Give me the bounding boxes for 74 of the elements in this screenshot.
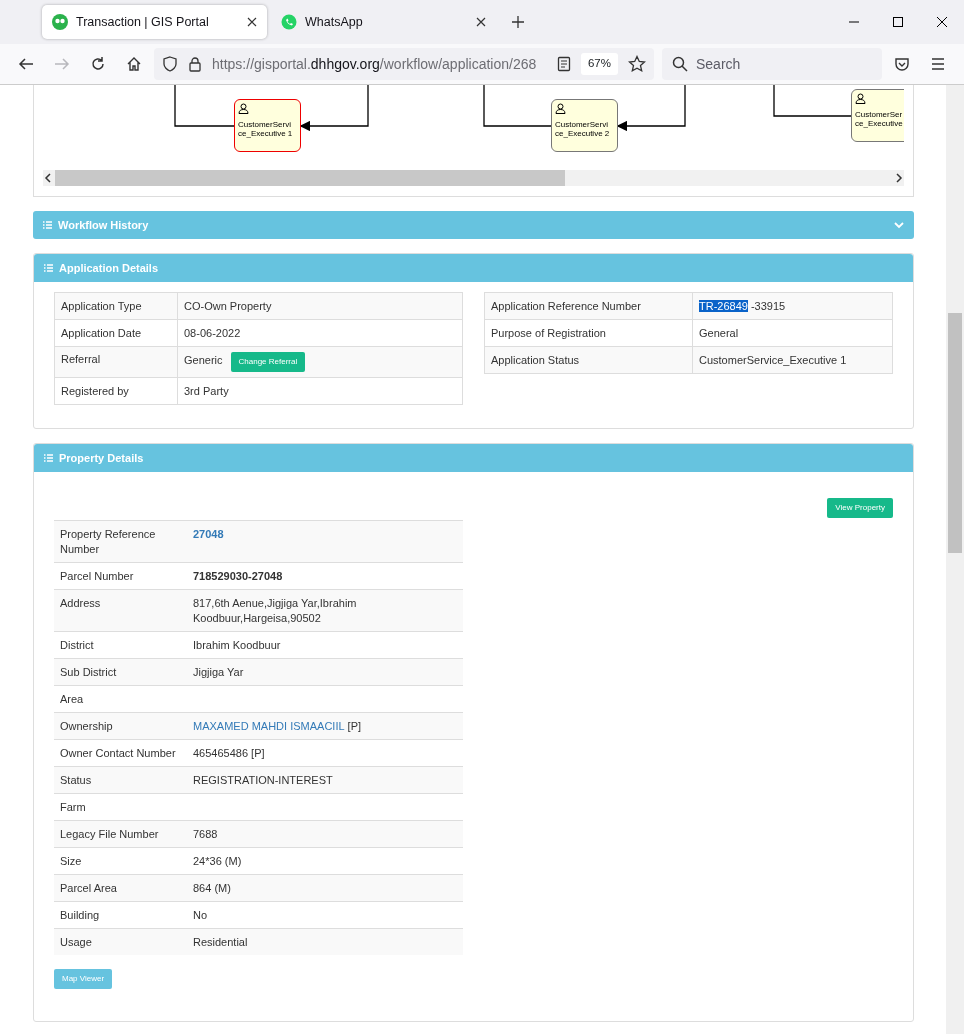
workflow-node[interactable]: CustomerSer ce_Executive bbox=[851, 89, 904, 142]
workflow-node[interactable]: CustomerServi ce_Executive 1 bbox=[234, 99, 301, 152]
close-icon[interactable] bbox=[476, 17, 486, 27]
star-icon[interactable] bbox=[628, 55, 646, 73]
table-cell: Address bbox=[54, 589, 187, 632]
table-cell: Status bbox=[54, 766, 187, 794]
close-icon[interactable] bbox=[247, 17, 257, 27]
reader-view-icon[interactable] bbox=[556, 56, 571, 72]
reload-icon[interactable] bbox=[90, 56, 106, 72]
table-cell: Ownership bbox=[54, 712, 187, 740]
plus-icon[interactable] bbox=[511, 15, 525, 29]
search-icon bbox=[672, 56, 688, 72]
table-cell: General bbox=[692, 319, 893, 347]
table-cell-text: [P] bbox=[347, 720, 362, 732]
chat-icon bbox=[281, 14, 297, 30]
lock-icon[interactable] bbox=[188, 56, 202, 72]
panel-title: Application Details bbox=[59, 260, 159, 276]
table-cell: Property Reference Number bbox=[54, 520, 187, 563]
connector-line bbox=[174, 85, 235, 127]
table-cell: Application Status bbox=[484, 346, 693, 374]
connector-arrow bbox=[616, 85, 686, 132]
table-cell: Residential bbox=[187, 928, 463, 955]
table-cell: Application Date bbox=[54, 319, 178, 347]
maximize-icon[interactable] bbox=[892, 16, 904, 28]
table-cell: CO-Own Property bbox=[177, 292, 463, 320]
table-cell: Purpose of Registration bbox=[484, 319, 693, 347]
table-cell: Registered by bbox=[54, 377, 178, 405]
table-cell: Application Type bbox=[54, 292, 178, 320]
close-icon[interactable] bbox=[936, 16, 948, 28]
browser-tab[interactable]: WhatsApp bbox=[271, 5, 496, 39]
link[interactable]: 27048 bbox=[193, 528, 224, 540]
list-icon bbox=[44, 454, 53, 462]
table-cell: Jigjiga Yar bbox=[187, 658, 463, 686]
table-cell: 3rd Party bbox=[177, 377, 463, 405]
tab-title: WhatsApp bbox=[305, 14, 363, 29]
workflow-node[interactable]: CustomerServi ce_Executive 2 bbox=[551, 99, 618, 152]
horizontal-scrollbar[interactable] bbox=[43, 170, 904, 186]
table-cell: 08-06-2022 bbox=[177, 319, 463, 347]
list-icon bbox=[44, 264, 53, 272]
search-field[interactable]: Search bbox=[662, 48, 882, 80]
table-cell: Referral bbox=[54, 346, 178, 378]
table-cell: 864 (M) bbox=[187, 874, 463, 902]
table-cell-text: Generic bbox=[184, 354, 223, 366]
browser-tab[interactable]: Transaction | GIS Portal bbox=[42, 5, 267, 39]
table-cell: TR-26849 -33915 bbox=[692, 292, 893, 320]
list-icon bbox=[43, 221, 52, 229]
person-icon bbox=[855, 93, 866, 104]
table-cell: Legacy File Number bbox=[54, 820, 187, 848]
vertical-scrollbar[interactable] bbox=[946, 85, 964, 1034]
link[interactable]: MAXAMED MAHDI ISMAACIIL bbox=[193, 720, 345, 732]
table-cell: Parcel Area bbox=[54, 874, 187, 902]
shield-icon[interactable] bbox=[162, 56, 178, 72]
scroll-right-icon[interactable] bbox=[894, 173, 904, 183]
table-cell: Sub District bbox=[54, 658, 187, 686]
table-cell: Usage bbox=[54, 928, 187, 955]
table-cell: REGISTRATION-INTEREST bbox=[187, 766, 463, 794]
zoom-level-button[interactable]: 67% bbox=[580, 53, 618, 75]
connector-arrow bbox=[299, 85, 369, 132]
table-cell: CustomerService_Executive 1 bbox=[692, 346, 893, 374]
owl-icon bbox=[52, 14, 68, 30]
table-cell: Application Reference Number bbox=[484, 292, 693, 320]
address-field[interactable]: https://gisportal.dhhgov.org/workflow/application/268 67% bbox=[154, 48, 654, 80]
home-icon[interactable] bbox=[126, 56, 142, 72]
person-icon bbox=[555, 103, 566, 114]
panel-title: Property Details bbox=[59, 450, 144, 466]
back-arrow-icon[interactable] bbox=[18, 56, 34, 72]
menu-icon[interactable] bbox=[930, 56, 946, 72]
table-cell: 7688 bbox=[187, 820, 463, 848]
scroll-left-icon[interactable] bbox=[43, 173, 53, 183]
table-cell: 817,6th Aenue,Jigjiga Yar,Ibrahim Koodbuur,Hargeisa,90502 bbox=[187, 589, 463, 632]
person-icon bbox=[238, 103, 249, 114]
tab-title: Transaction | GIS Portal bbox=[76, 14, 209, 29]
connector-line bbox=[483, 85, 552, 127]
pocket-icon[interactable] bbox=[894, 56, 910, 72]
